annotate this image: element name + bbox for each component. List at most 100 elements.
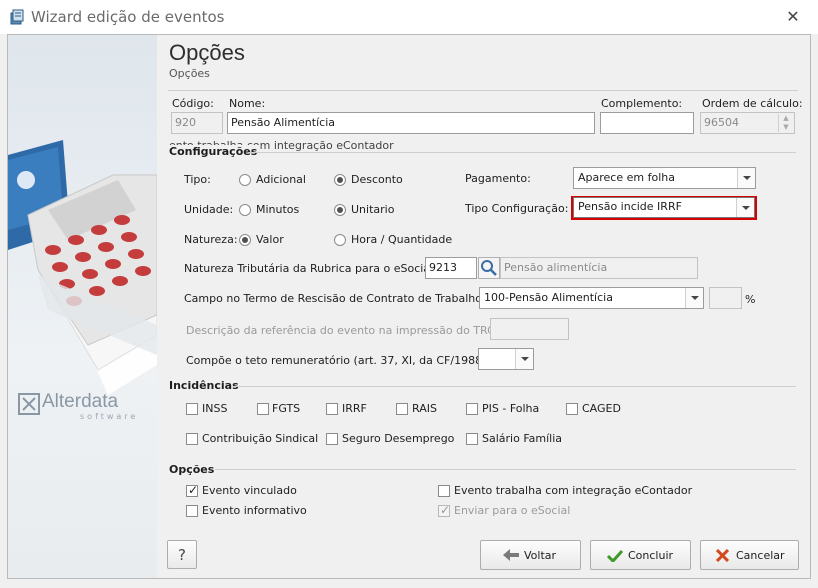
rais-checkbox[interactable] [396,403,408,415]
rais-label: RAIS [412,402,437,415]
contribuicao-sindical-label: Contribuição Sindical [202,432,319,445]
search-button[interactable] [478,257,500,279]
evento-vinculado-label: Evento vinculado [202,484,297,497]
help-button[interactable]: ? [167,540,197,569]
tipo-adicional-label: Adicional [256,173,306,186]
natureza-valor-radio[interactable] [239,234,251,246]
page-title: Opções [169,40,245,65]
pagamento-label: Pagamento: [465,172,531,185]
nome-label: Nome: [229,97,266,110]
evento-vinculado-checkbox[interactable]: ✓ [186,483,199,497]
nome-field[interactable]: Pensão Alimentícia [227,112,595,134]
inss-checkbox[interactable] [186,403,198,415]
pis-folha-label: PIS - Folha [482,402,540,415]
evento-econtador-label: Evento trabalha com integração eContador [454,484,693,497]
tipo-configuracao-select[interactable]: Pensão incide IRRF [573,197,755,218]
close-icon[interactable]: ✕ [782,7,804,27]
descricao-referencia-label: Descrição da referência do evento na imp… [186,324,502,337]
arrow-left-icon [503,549,519,561]
unidade-minutos-radio[interactable] [239,204,251,216]
seguro-desemprego-label: Seguro Desemprego [342,432,455,445]
unidade-label: Unidade: [184,203,234,216]
fgts-label: FGTS [272,402,301,415]
incidencias-section-title: Incidências [169,379,239,392]
fgts-checkbox[interactable] [257,403,269,415]
chevron-down-icon[interactable] [737,168,755,188]
unidade-unitario-radio[interactable] [334,204,346,216]
caged-checkbox[interactable] [566,403,578,415]
ordem-calculo-field[interactable]: 96504 ▲ ▼ [700,112,795,134]
cancelar-label: Cancelar [736,549,785,562]
pagamento-value: Aparece em folha [578,171,675,184]
codigo-label: Código: [172,97,214,110]
alterdata-logo-text: Alterdata [42,391,119,412]
natureza-label: Natureza: [184,233,238,246]
header-divider [168,90,798,91]
ordem-calculo-value: 96504 [704,116,739,129]
irrf-checkbox[interactable] [326,403,338,415]
compoe-teto-label: Compõe o teto remuneratório (art. 37, XI… [186,354,487,367]
salario-familia-checkbox[interactable] [466,433,478,445]
evento-informativo-label: Evento informativo [202,504,307,517]
incidencias-divider [234,386,796,387]
compoe-teto-select[interactable] [478,348,534,370]
seguro-desemprego-checkbox[interactable] [326,433,338,445]
calculator-illustration [8,140,157,395]
tipo-desconto-label: Desconto [351,173,403,186]
concluir-label: Concluir [628,549,674,562]
complemento-label: Complemento: [601,97,683,110]
chevron-down-icon[interactable] [685,288,703,308]
tipo-configuracao-value: Pensão incide IRRF [578,200,682,213]
natureza-tributaria-code-field[interactable]: 9213 [425,257,477,279]
tipo-configuracao-label: Tipo Configuração: [465,202,569,215]
natureza-hora-label: Hora / Quantidade [351,233,453,246]
ordem-calculo-label: Ordem de cálculo: [702,97,803,110]
tipo-adicional-radio[interactable] [239,174,251,186]
help-icon: ? [178,546,186,564]
opcoes-divider [215,469,796,470]
evento-econtador-checkbox[interactable] [438,485,450,497]
wizard-side-banner: Alterdata software [8,35,157,578]
complemento-field[interactable] [600,112,694,134]
configuracoes-divider [248,152,796,153]
natureza-tributaria-desc-field: Pensão alimentícia [500,257,698,279]
pis-folha-checkbox[interactable] [466,403,478,415]
enviar-esocial-label: Enviar para o eSocial [454,504,571,517]
contribuicao-sindical-checkbox[interactable] [186,433,198,445]
natureza-hora-radio[interactable] [334,234,346,246]
tipo-label: Tipo: [184,173,211,186]
page-subtitle: Opções [169,67,210,80]
chevron-down-icon[interactable] [736,198,754,217]
unidade-minutos-label: Minutos [256,203,300,216]
pagamento-select[interactable]: Aparece em folha [573,167,756,189]
spinner-arrows-icon[interactable]: ▲ ▼ [778,114,793,132]
salario-familia-label: Salário Família [482,432,563,445]
concluir-button[interactable]: Concluir [590,540,691,570]
voltar-button[interactable]: Voltar [480,540,581,570]
cancel-x-icon [716,549,729,562]
check-icon [607,549,623,562]
wizard-app-icon [10,9,24,25]
codigo-field[interactable]: 920 [171,112,223,134]
campo-termo-label: Campo no Termo de Rescisão de Contrato d… [184,292,486,305]
opcoes-section-title: Opções [169,463,215,476]
natureza-tributaria-label: Natureza Tributária da Rubrica para o eS… [184,262,437,275]
unidade-unitario-label: Unitario [351,203,395,216]
alterdata-logo-icon [18,393,40,415]
campo-termo-percent-field[interactable] [709,287,742,309]
window-title: Wizard edição de eventos [31,8,225,26]
search-icon [481,260,497,276]
evento-informativo-checkbox[interactable] [186,505,198,517]
percent-label: % [745,293,756,306]
cancelar-button[interactable]: Cancelar [700,540,799,570]
checkmark-icon: ✓ [188,483,199,497]
campo-termo-value: 100-Pensão Alimentícia [484,291,613,304]
campo-termo-select[interactable]: 100-Pensão Alimentícia [479,287,704,309]
checkmark-icon: ✓ [440,503,451,517]
chevron-down-icon[interactable] [515,349,533,369]
natureza-valor-label: Valor [256,233,284,246]
configuracoes-section-title: Configurações [169,145,261,158]
tipo-desconto-radio[interactable] [334,174,346,186]
descricao-referencia-field [490,318,569,340]
alterdata-logo-sub: software [80,412,139,421]
